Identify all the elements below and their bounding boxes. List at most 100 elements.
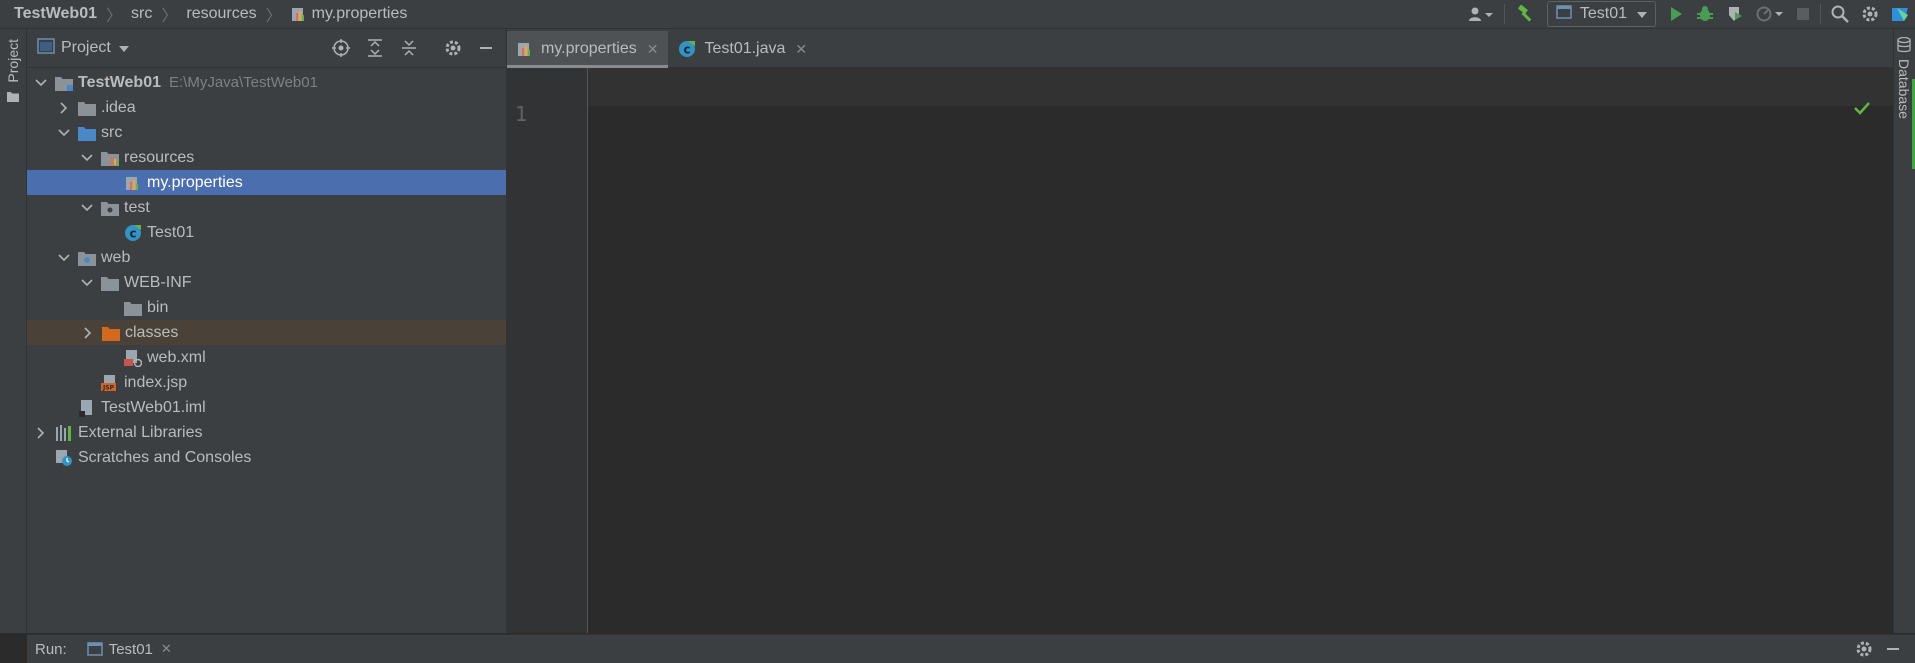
- project-panel-toolbar: [324, 29, 502, 67]
- hide-panel-icon[interactable]: [1879, 635, 1907, 663]
- folder-icon: [78, 99, 96, 117]
- close-icon[interactable]: ✕: [795, 41, 807, 58]
- tree-node-web[interactable]: web: [27, 245, 506, 270]
- main-toolbar: Test01: [1462, 0, 1915, 28]
- tree-label: WEB-INF: [124, 273, 192, 291]
- tree-node-resources[interactable]: resources: [27, 145, 506, 170]
- svg-text:JSP: JSP: [102, 384, 115, 391]
- tree-node-web-inf[interactable]: WEB-INF: [27, 270, 506, 295]
- breadcrumb-separator: 〉: [265, 8, 282, 25]
- tab-label: my.properties: [541, 40, 637, 57]
- navigation-bar: TestWeb01 〉 src 〉 resources 〉 my.propert…: [0, 0, 1915, 29]
- editor-text-area[interactable]: [588, 68, 1894, 106]
- tree-node-test[interactable]: test: [27, 195, 506, 220]
- properties-file-icon: [124, 174, 142, 192]
- account-icon[interactable]: [1462, 0, 1500, 28]
- chevron-down-icon[interactable]: [33, 75, 49, 91]
- java-class-icon: c: [678, 40, 696, 58]
- tree-node-project-root[interactable]: TestWeb01 E:\MyJava\TestWeb01: [27, 70, 506, 95]
- settings-gear-icon[interactable]: [1855, 0, 1885, 28]
- module-folder-icon: [55, 74, 73, 92]
- chevron-down-icon[interactable]: [56, 125, 72, 141]
- run-icon[interactable]: [1662, 0, 1690, 28]
- view-mode-chevron-down-icon[interactable]: [118, 39, 129, 57]
- right-tool-window-strip: Database: [1893, 29, 1915, 633]
- build-hammer-icon[interactable]: [1509, 0, 1541, 28]
- editor-area: my.properties ✕ c Test01.java ✕ 1: [507, 29, 1894, 633]
- web-folder-icon: [78, 249, 96, 267]
- breadcrumb-resources[interactable]: resources: [186, 5, 256, 23]
- project-tool-window-tab[interactable]: Project: [0, 37, 26, 117]
- tree-label: src: [101, 123, 123, 141]
- chevron-down-icon[interactable]: [79, 200, 95, 216]
- tree-node-idea[interactable]: .idea: [27, 95, 506, 120]
- hide-panel-icon[interactable]: [470, 34, 502, 62]
- tree-label: index.jsp: [124, 373, 188, 391]
- chevron-right-icon[interactable]: [80, 325, 96, 341]
- toolbar-divider: [1503, 4, 1505, 24]
- tree-node-index-jsp[interactable]: JSP index.jsp: [27, 370, 506, 395]
- database-icon[interactable]: [1897, 36, 1911, 58]
- tree-label: TestWeb01: [78, 73, 161, 91]
- run-tab-label: Test01: [108, 640, 153, 658]
- tree-node-iml[interactable]: TestWeb01.iml: [27, 395, 506, 420]
- tree-label: my.properties: [147, 173, 243, 191]
- application-config-icon: [86, 642, 103, 656]
- java-class-icon: c: [124, 224, 142, 242]
- tree-node-src[interactable]: src: [27, 120, 506, 145]
- properties-file-icon: [291, 6, 307, 22]
- tree-label: .idea: [101, 98, 136, 116]
- tab-test01-java[interactable]: c Test01.java ✕: [668, 31, 817, 67]
- debug-icon[interactable]: [1690, 0, 1720, 28]
- tree-node-bin[interactable]: bin: [27, 295, 506, 320]
- gear-icon[interactable]: [1849, 635, 1879, 663]
- search-icon[interactable]: [1825, 0, 1855, 28]
- folder-icon: [101, 274, 119, 292]
- chevron-right-icon[interactable]: [56, 100, 72, 116]
- tab-label: Test01.java: [704, 40, 786, 57]
- jsp-file-icon: JSP: [101, 374, 119, 392]
- collapse-all-icon[interactable]: [392, 34, 426, 62]
- tree-label: External Libraries: [78, 423, 203, 441]
- chevron-down-icon[interactable]: [79, 150, 95, 166]
- scratches-icon: [55, 449, 73, 467]
- xml-config-file-icon: [124, 349, 142, 367]
- tree-node-my-properties[interactable]: my.properties: [27, 170, 506, 195]
- breadcrumb-src[interactable]: src: [131, 5, 152, 23]
- tree-label: classes: [125, 323, 179, 341]
- breadcrumb-project[interactable]: TestWeb01: [14, 5, 97, 23]
- no-problems-check-icon[interactable]: [1854, 101, 1870, 120]
- tab-my-properties[interactable]: my.properties ✕: [507, 31, 669, 68]
- editor-tabs: my.properties ✕ c Test01.java ✕: [507, 29, 1894, 68]
- project-panel-title[interactable]: Project: [61, 39, 111, 57]
- chevron-right-icon[interactable]: [33, 425, 49, 441]
- chevron-down-icon[interactable]: [56, 250, 72, 266]
- expand-all-icon[interactable]: [358, 34, 392, 62]
- tree-node-scratches[interactable]: Scratches and Consoles: [27, 445, 506, 470]
- line-number: 1: [515, 102, 528, 126]
- toolbox-icon[interactable]: [1885, 0, 1915, 28]
- tree-node-classes[interactable]: classes: [27, 320, 506, 345]
- close-icon[interactable]: ✕: [161, 641, 172, 657]
- tree-path-hint: E:\MyJava\TestWeb01: [169, 74, 318, 91]
- chevron-down-icon[interactable]: [79, 275, 95, 291]
- stop-icon[interactable]: [1790, 0, 1816, 28]
- close-icon[interactable]: ✕: [647, 41, 659, 58]
- run-tab-test01[interactable]: Test01 ✕: [86, 640, 172, 658]
- tree-label: bin: [147, 298, 169, 316]
- project-tool-window: Project TestWeb01 E:\MyJava\TestWeb01 .i…: [27, 29, 507, 633]
- run-label: Run:: [35, 640, 67, 658]
- tree-node-external-libraries[interactable]: External Libraries: [27, 420, 506, 445]
- gear-icon[interactable]: [436, 34, 470, 62]
- tree-node-test01-class[interactable]: c Test01: [27, 220, 506, 245]
- run-configuration-dropdown[interactable]: Test01: [1546, 1, 1656, 27]
- run-tool-window-header: Run: Test01 ✕: [27, 634, 1915, 663]
- project-tree: TestWeb01 E:\MyJava\TestWeb01 .idea src …: [27, 68, 506, 470]
- profile-icon[interactable]: [1750, 0, 1790, 28]
- select-opened-file-icon[interactable]: [324, 34, 358, 62]
- breadcrumb-file[interactable]: my.properties: [312, 5, 408, 23]
- tree-label: web.xml: [147, 348, 206, 366]
- run-with-coverage-icon[interactable]: [1720, 0, 1750, 28]
- database-tab-label[interactable]: Database: [1896, 59, 1912, 119]
- tree-node-web-xml[interactable]: web.xml: [27, 345, 506, 370]
